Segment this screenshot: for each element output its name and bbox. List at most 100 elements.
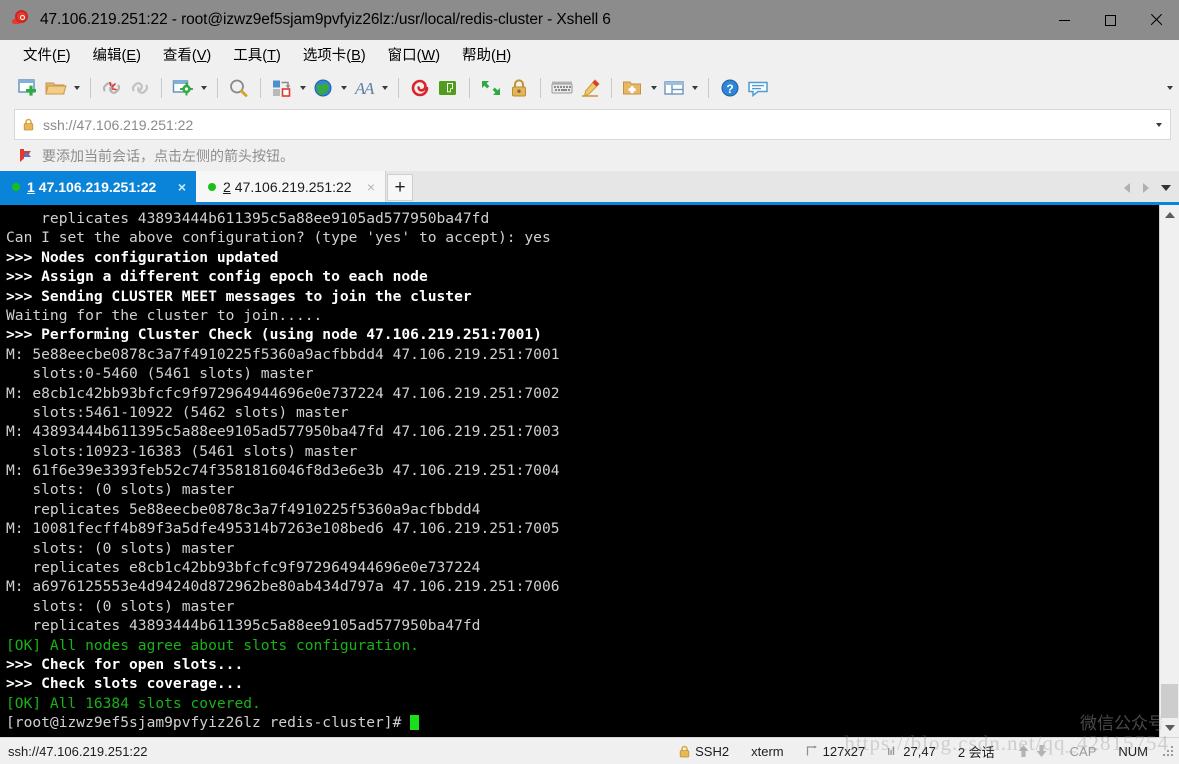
- menu-view-key: V: [197, 48, 207, 64]
- terminal-line: slots: (0 slots) master: [6, 539, 1159, 558]
- status-num-cell: NUM: [1107, 738, 1159, 764]
- menu-file-tail: ): [66, 48, 71, 64]
- terminal-line: >>> Assign a different config epoch to e…: [6, 267, 1159, 286]
- tab-2-label: 47.106.219.251:22: [235, 179, 353, 195]
- layout-icon[interactable]: [660, 74, 688, 102]
- new-session-icon[interactable]: [14, 74, 42, 102]
- session-properties-dropdown-icon[interactable]: [197, 74, 210, 102]
- menu-tools-tail: ): [276, 48, 281, 64]
- layout-dropdown-icon[interactable]: [688, 74, 701, 102]
- status-num: NUM: [1118, 744, 1148, 759]
- open-folder-dropdown-icon[interactable]: [70, 74, 83, 102]
- menu-file[interactable]: 文件(F): [14, 40, 80, 69]
- xshell-window: 47.106.219.251:22 - root@izwz9ef5sjam9pv…: [0, 0, 1179, 764]
- fullscreen-icon[interactable]: [477, 74, 505, 102]
- menu-edit[interactable]: 编辑(E): [84, 40, 150, 69]
- maximize-button[interactable]: [1087, 0, 1133, 40]
- svg-text:?: ?: [726, 82, 733, 96]
- resize-grip[interactable]: [1161, 744, 1175, 758]
- status-sessions-cell: 2 会话: [947, 738, 1006, 764]
- chevron-down-icon[interactable]: [1148, 111, 1170, 138]
- tab-status-dot-icon: [208, 183, 216, 191]
- menu-view[interactable]: 查看(V): [154, 40, 220, 69]
- status-connection: ssh://47.106.219.251:22: [0, 744, 148, 759]
- reconnect-icon[interactable]: [126, 74, 154, 102]
- address-input[interactable]: ssh://47.106.219.251:22: [43, 117, 1148, 133]
- terminal-line: Can I set the above configuration? (type…: [6, 228, 1159, 247]
- toolbar-separator: [260, 78, 261, 98]
- transfer-file-dropdown-icon[interactable]: [296, 74, 309, 102]
- terminal-line: >>> Check slots coverage...: [6, 674, 1159, 693]
- tab-list-chevron-down-icon[interactable]: [1155, 177, 1177, 199]
- chat-icon[interactable]: [744, 74, 772, 102]
- new-folder-dropdown-icon[interactable]: [647, 74, 660, 102]
- toolbar-separator: [540, 78, 541, 98]
- menu-window[interactable]: 窗口(W): [379, 40, 449, 69]
- find-icon[interactable]: [225, 74, 253, 102]
- close-button[interactable]: [1133, 0, 1179, 40]
- font-icon[interactable]: A A: [350, 74, 378, 102]
- scrollbar-thumb[interactable]: [1161, 684, 1178, 718]
- scroll-down-button[interactable]: [1160, 718, 1179, 737]
- scroll-up-button[interactable]: [1160, 205, 1179, 224]
- tab-2-number: 2: [223, 179, 231, 195]
- keyboard-icon[interactable]: [548, 74, 576, 102]
- chevron-left-icon[interactable]: [1117, 177, 1136, 199]
- scrollbar-track[interactable]: [1160, 224, 1179, 718]
- menu-tabs-label: 选项卡(: [303, 48, 351, 64]
- menu-help-label: 帮助(: [462, 48, 496, 64]
- new-folder-icon[interactable]: [619, 74, 647, 102]
- terminal-line: [OK] All 16384 slots covered.: [6, 694, 1159, 713]
- tab-1-close-icon[interactable]: ×: [174, 179, 190, 195]
- terminal-line: >>> Sending CLUSTER MEET messages to joi…: [6, 287, 1159, 306]
- terminal-line: M: a6976125553e4d94240d872962be80ab434d7…: [6, 577, 1159, 596]
- menu-window-key: W: [422, 48, 436, 64]
- lock-icon: [679, 745, 690, 758]
- terminal-line: replicates 5e88eecbe0878c3a7f4910225f536…: [6, 500, 1159, 519]
- disconnect-icon[interactable]: [98, 74, 126, 102]
- globe-dropdown-icon[interactable]: [337, 74, 350, 102]
- status-size: 127x27: [823, 744, 866, 759]
- toolbar-separator: [90, 78, 91, 98]
- toolbar-separator: [161, 78, 162, 98]
- terminal-line: M: 61f6e39e3393feb52c74f3581816046f8d3e6…: [6, 461, 1159, 480]
- address-bar[interactable]: ssh://47.106.219.251:22: [14, 109, 1171, 140]
- resize-icon: [806, 745, 818, 757]
- status-bar: ssh://47.106.219.251:22 SSH2 xterm: [0, 737, 1179, 764]
- terminal-output[interactable]: replicates 43893444b611395c5a88ee9105ad5…: [0, 205, 1159, 737]
- transfer-file-icon[interactable]: [268, 74, 296, 102]
- minimize-button[interactable]: [1041, 0, 1087, 40]
- svg-text:A: A: [363, 79, 375, 98]
- terminal-line: slots: (0 slots) master: [6, 597, 1159, 616]
- tab-session-1[interactable]: 1 47.106.219.251:22 ×: [0, 171, 196, 202]
- open-folder-icon[interactable]: [42, 74, 70, 102]
- cursor-pos-icon: [887, 745, 898, 757]
- terminal-area: replicates 43893444b611395c5a88ee9105ad5…: [0, 205, 1179, 737]
- menu-window-tail: ): [435, 48, 440, 64]
- spiral-icon[interactable]: [406, 74, 434, 102]
- menu-window-label: 窗口(: [388, 48, 422, 64]
- terminal-scrollbar[interactable]: [1159, 205, 1179, 737]
- chevron-right-icon[interactable]: [1136, 177, 1155, 199]
- menu-help[interactable]: 帮助(H): [453, 40, 520, 69]
- tab-session-2[interactable]: 2 47.106.219.251:22 ×: [196, 171, 386, 202]
- new-tab-button[interactable]: +: [387, 174, 413, 201]
- terminal-line: slots:0-5460 (5461 slots) master: [6, 364, 1159, 383]
- status-protocol: SSH2: [695, 744, 729, 759]
- help-icon[interactable]: ?: [716, 74, 744, 102]
- menu-tools-label: 工具(: [233, 48, 267, 64]
- toolbar-separator: [708, 78, 709, 98]
- menu-tabs[interactable]: 选项卡(B): [294, 40, 375, 69]
- highlight-pen-icon[interactable]: [576, 74, 604, 102]
- terminal-line: replicates 43893444b611395c5a88ee9105ad5…: [6, 616, 1159, 635]
- menu-tools[interactable]: 工具(T): [224, 40, 290, 69]
- status-termtype-cell: xterm: [740, 738, 795, 764]
- terminal-line: replicates 43893444b611395c5a88ee9105ad5…: [6, 209, 1159, 228]
- session-properties-icon[interactable]: [169, 74, 197, 102]
- font-dropdown-icon[interactable]: [378, 74, 391, 102]
- lock-icon[interactable]: [505, 74, 533, 102]
- tab-2-close-icon[interactable]: ×: [363, 179, 379, 195]
- toolbar-overflow-button[interactable]: [1167, 69, 1173, 107]
- globe-icon[interactable]: [309, 74, 337, 102]
- log-icon[interactable]: [434, 74, 462, 102]
